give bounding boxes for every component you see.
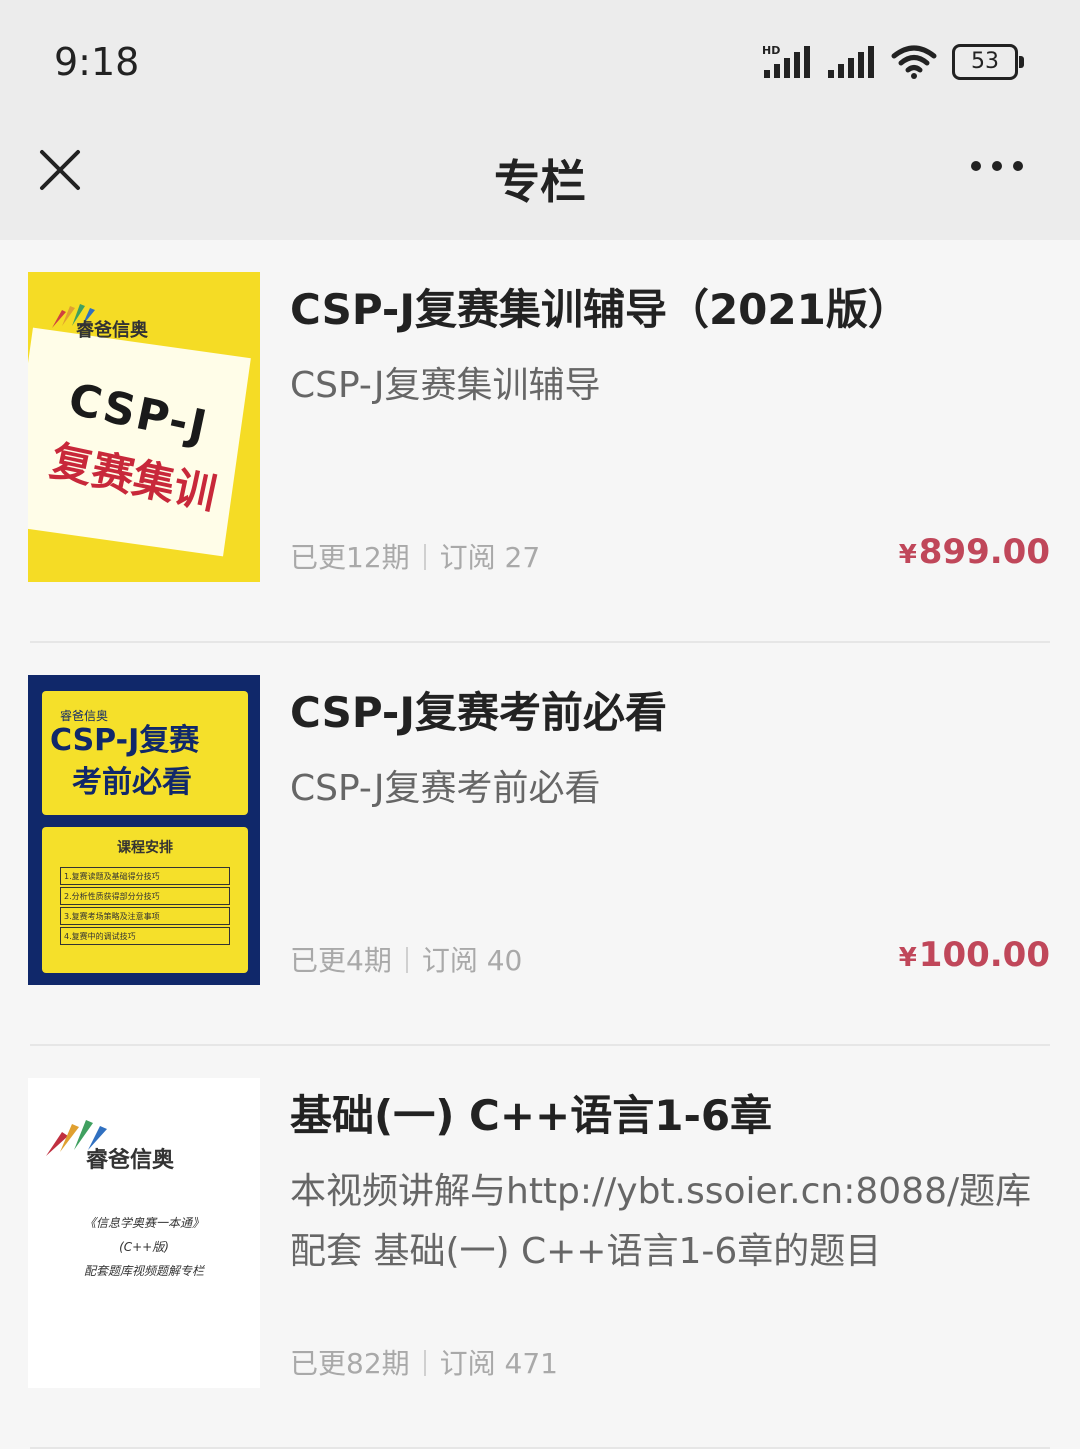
cover-title-line1: CSP-J复赛	[50, 723, 200, 758]
status-icons: HD 53	[762, 44, 1024, 80]
cover-schedule-row: 4.复赛中的调试技巧	[60, 927, 230, 945]
item-meta: 已更4期 订阅 40	[290, 939, 522, 979]
page-title: 专栏	[494, 155, 586, 209]
list-item[interactable]: 睿爸信奥 CSP-J 复赛集训 CSP-J复赛集训辅导（2021版） CSP-J…	[0, 240, 1080, 643]
cover-schedule-row: 1.复赛读题及基础得分技巧	[60, 867, 230, 885]
item-price: ¥899.00	[899, 532, 1050, 572]
currency-symbol: ¥	[898, 943, 917, 973]
cover-brand: 睿爸信奥	[86, 1148, 175, 1173]
price-value: 899.00	[918, 532, 1050, 572]
cover-brand: 睿爸信奥	[76, 320, 148, 341]
item-title: 基础(一) C++语言1-6章	[290, 1091, 773, 1140]
list-item[interactable]: 睿爸信奥 《信息学奥赛一本通》 (C++版) 配套题库视频题解专栏 基础(一) …	[0, 1046, 1080, 1449]
cover-schedule-title: 课程安排	[117, 840, 173, 856]
item-title: CSP-J复赛集训辅导（2021版）	[290, 285, 910, 334]
signal-icon	[828, 46, 874, 78]
cover-text-line2: (C++版)	[119, 1240, 169, 1254]
battery-icon: 53	[952, 44, 1024, 80]
item-description: CSP-J复赛集训辅导	[290, 365, 601, 406]
nav-bar: 专栏	[0, 120, 1080, 240]
signal-hd-icon: HD	[762, 44, 810, 78]
update-count: 已更4期	[290, 944, 392, 977]
item-meta: 已更82期 订阅 471	[290, 1342, 558, 1382]
wifi-icon	[891, 45, 937, 79]
more-icon[interactable]	[968, 156, 1026, 176]
item-description: 本视频讲解与http://ybt.ssoier.cn:8088/题库配套 基础(…	[290, 1171, 1032, 1272]
cover-text-line1: 《信息学奥赛一本通》	[83, 1216, 204, 1230]
status-bar: 9:18 HD 53	[0, 0, 1080, 120]
subscription-count: 订阅 471	[439, 1347, 558, 1380]
cover-title-line2: 考前必看	[72, 765, 192, 800]
cover-schedule-row: 3.复赛考场策略及注意事项	[60, 907, 230, 925]
status-time: 9:18	[54, 40, 140, 84]
item-cover: 睿爸信奥 CSP-J 复赛集训	[28, 272, 260, 582]
subscription-count: 订阅 27	[439, 541, 541, 574]
update-count: 已更12期	[290, 541, 410, 574]
item-price: ¥100.00	[899, 935, 1050, 975]
price-value: 100.00	[918, 935, 1050, 975]
item-cover: 睿爸信奥 《信息学奥赛一本通》 (C++版) 配套题库视频题解专栏	[28, 1078, 260, 1388]
item-meta: 已更12期 订阅 27	[290, 536, 540, 576]
item-description: CSP-J复赛考前必看	[290, 768, 601, 809]
cover-schedule-row: 2.分析性质获得部分分技巧	[60, 887, 230, 905]
subscription-count: 订阅 40	[421, 944, 523, 977]
item-title: CSP-J复赛考前必看	[290, 688, 667, 737]
list-item[interactable]: 睿爸信奥 CSP-J复赛 考前必看 课程安排 1.复赛读题及基础得分技巧 2.分…	[0, 643, 1080, 1046]
currency-symbol: ¥	[898, 540, 917, 570]
column-list: 睿爸信奥 CSP-J 复赛集训 CSP-J复赛集训辅导（2021版） CSP-J…	[0, 240, 1080, 1449]
svg-text:HD: HD	[762, 44, 780, 57]
item-cover: 睿爸信奥 CSP-J复赛 考前必看 课程安排 1.复赛读题及基础得分技巧 2.分…	[28, 675, 260, 985]
cover-text-line3: 配套题库视频题解专栏	[83, 1264, 204, 1278]
update-count: 已更82期	[290, 1347, 410, 1380]
